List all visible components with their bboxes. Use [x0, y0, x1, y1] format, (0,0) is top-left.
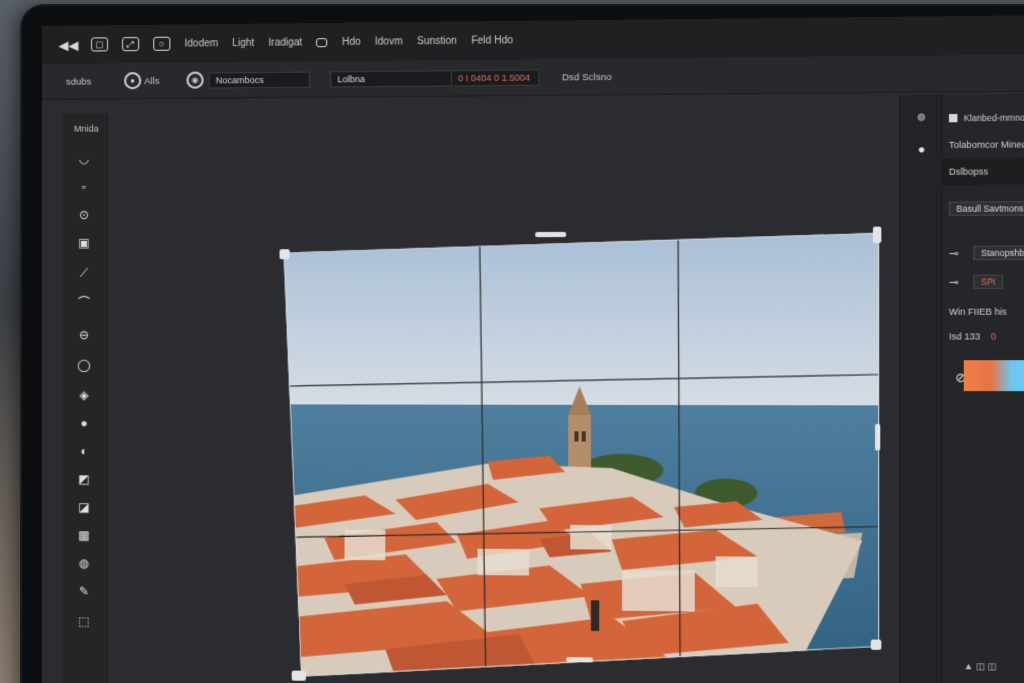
panel-subtitle-row[interactable]: Tolabomcor Mined.tu Pa [943, 131, 1024, 159]
back-icon[interactable]: ◀◀ [58, 37, 78, 52]
panel-row-b-value[interactable]: SPI [973, 274, 1003, 290]
panel-title: Klanbed-mmnopsbess [963, 112, 1024, 124]
chat-icon[interactable]: ○ [153, 36, 171, 51]
tools-panel: Mnida ◡ ▫ ⊙ ▣ ⟋ ⌒ ⊖ ◯ ◈ ● ◐ ◩ ◪ ▩ ◍ ✎ ⬚ [61, 113, 109, 683]
menu-item-6[interactable]: Feld Hdo [471, 35, 513, 47]
app-window: ◀◀ ▢ ⤢ ○ Idodem Light Iradigat Hdo Idovm… [42, 14, 1024, 683]
color-gradient-swatch[interactable] [963, 360, 1024, 392]
mode-label[interactable]: Alls [144, 76, 159, 87]
panel-row-c-label: Win FIIEB his [948, 306, 1007, 317]
shield-icon[interactable]: ◍ [75, 554, 93, 572]
panel-row-c[interactable]: Win FIIEB his [943, 298, 1024, 325]
menu-item-4[interactable]: Idovm [375, 36, 403, 47]
tools-label: Mnida [73, 123, 99, 134]
menu-item-5[interactable]: Sunstion [417, 35, 457, 47]
coordinate-readout: 0 I 0404 0 1.5004 [450, 69, 540, 87]
crop-tool-icon[interactable]: ▣ [75, 234, 93, 252]
crop-handle-bottom[interactable] [566, 657, 594, 663]
hand-icon[interactable]: ⌒ [75, 294, 93, 312]
move-tool-icon[interactable]: ◡ [75, 150, 93, 168]
zoom-tool-icon[interactable]: ⬚ [75, 612, 93, 630]
settings-tool-icon[interactable]: ◈ [75, 386, 93, 404]
mail-icon[interactable] [316, 37, 328, 47]
menu-item-1[interactable]: Light [232, 37, 254, 48]
options-label: sdubs [65, 76, 92, 88]
brush-icon[interactable]: ● [124, 72, 142, 90]
panel-row-b-label[interactable]: Stanopshbdns [973, 245, 1024, 261]
link-icon[interactable]: ⊸ [949, 275, 959, 288]
panel-section: Dslbopss [948, 166, 989, 177]
crop-handle-tr[interactable] [872, 226, 882, 244]
preset-field[interactable]: Nocambocs [208, 71, 310, 89]
panel-row-a-label[interactable]: Basull Savtmons [948, 201, 1024, 217]
menu-item-2[interactable]: Iradigat [268, 37, 302, 48]
gear-icon[interactable]: ◐ [75, 442, 93, 460]
canvas-area[interactable] [110, 94, 935, 683]
crop-handle-right[interactable] [875, 423, 881, 451]
panel-row-a[interactable]: Basull Savtmons ⩘ [943, 193, 1024, 225]
history-icon[interactable]: ⊚ [912, 109, 931, 128]
menu-item-3[interactable]: Hdo [342, 36, 361, 47]
pen-icon[interactable]: ⟋ [75, 264, 93, 282]
panel-row-d[interactable]: Isd 133 0 [943, 323, 1024, 350]
info-icon[interactable]: ● [912, 140, 931, 159]
marquee-tool-icon[interactable]: ▫ [75, 178, 93, 196]
lasso-icon[interactable]: ⊙ [75, 206, 93, 224]
eraser-tool-icon[interactable]: ⊖ [75, 326, 93, 344]
coastal-town-image [284, 233, 880, 683]
panel-icon [948, 113, 958, 123]
panel-row-b2[interactable]: ⊸ SPI [943, 269, 1024, 294]
shape-tool-icon[interactable]: ◯ [75, 356, 93, 374]
properties-panel: ⊚ ● Klanbed-mmnopsbess Tolabomcor Mined.… [899, 93, 1024, 683]
size-field[interactable]: Lolbna [330, 70, 453, 88]
crop-icon[interactable]: ⤢ [122, 36, 140, 52]
panel-icon-column: ⊚ ● [900, 94, 943, 683]
menu-item-0[interactable]: Idodem [184, 38, 218, 49]
eye-icon[interactable]: ◉ [186, 71, 204, 89]
dodge-tool-icon[interactable]: ● [75, 414, 93, 432]
gradient-tool-icon[interactable]: ◪ [75, 498, 93, 516]
clone-tool-icon[interactable]: ◩ [75, 470, 93, 488]
blur-tool-icon[interactable]: ▩ [75, 526, 93, 544]
panel-title-row[interactable]: Klanbed-mmnopsbess [943, 104, 1024, 132]
panel-subtitle: Tolabomcor Mined.tu [948, 139, 1024, 151]
crop-handle-top[interactable] [535, 231, 567, 238]
crop-handle-tl[interactable] [279, 249, 290, 260]
crop-handle-br[interactable] [870, 639, 882, 650]
photo-image[interactable] [284, 233, 880, 683]
panel-section-row[interactable]: Dslbopss [942, 157, 1024, 186]
text-icon[interactable]: ✎ [75, 582, 93, 600]
crop-handle-bl[interactable] [291, 670, 306, 681]
options-right-label[interactable]: Dsd Sclsno [562, 72, 612, 84]
panel-row-d-label: Isd 133 [948, 331, 981, 342]
panel-footer-icons[interactable]: ▲ ◫ ◫ [964, 661, 997, 673]
layers-icon[interactable]: ▢ [91, 37, 109, 52]
panel-row-d-value: 0 [990, 331, 997, 342]
toggle-icon[interactable]: ⊸ [949, 246, 959, 259]
panel-row-b[interactable]: ⊸ Stanopshbdns [943, 238, 1024, 267]
